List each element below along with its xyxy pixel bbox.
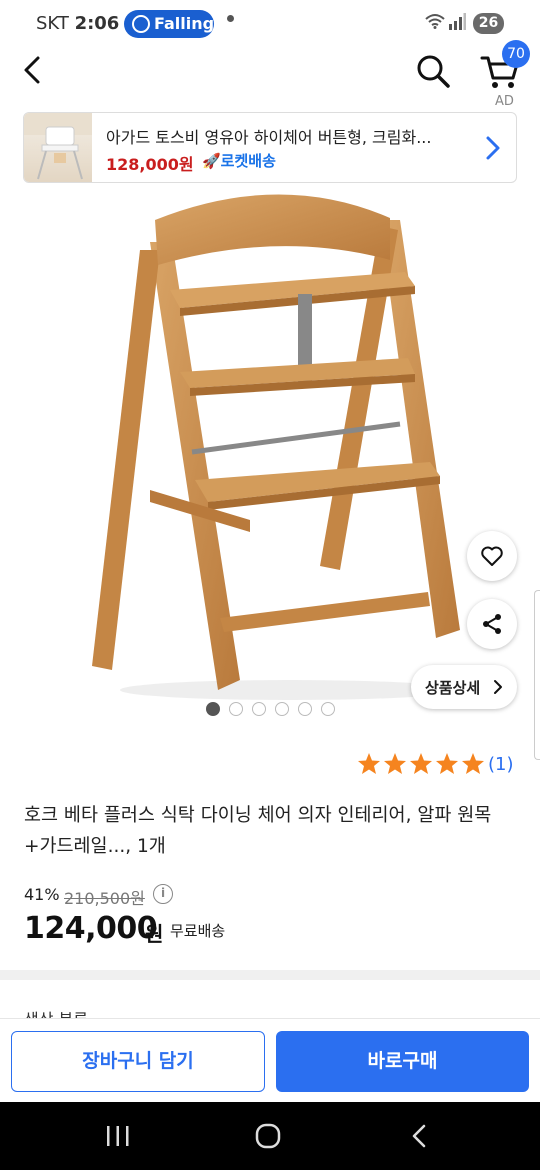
product-title: 호크 베타 플러스 식탁 다이닝 체어 의자 인테리어, 알파 원목+가드레일.…: [24, 805, 492, 857]
scroll-indicator: [534, 590, 540, 760]
product-detail-button[interactable]: 상품상세: [411, 665, 517, 709]
status-bar: SKT 2:06 Falling 26: [0, 0, 540, 48]
gallery-pagination: [206, 702, 336, 716]
home-icon[interactable]: [255, 1123, 281, 1149]
sponsored-product-banner[interactable]: 아가드 토스비 영유아 하이체어 버튼형, 크림화... 128,000원 🚀로…: [23, 112, 517, 183]
notification-dot-icon: [227, 15, 234, 22]
star-icons: [358, 753, 484, 774]
cart-count-badge: 70: [502, 40, 530, 68]
ad-product-price: 128,000원: [106, 155, 194, 174]
info-icon[interactable]: i: [153, 884, 173, 904]
gallery-dot[interactable]: [298, 702, 312, 716]
back-arrow-icon[interactable]: [18, 54, 50, 86]
gallery-dot[interactable]: [229, 702, 243, 716]
pill-label: Falling: [154, 14, 215, 33]
chevron-right-icon: [494, 680, 502, 694]
gallery-dot[interactable]: [275, 702, 289, 716]
highchair-thumbnail-image: [24, 113, 92, 180]
shipping-label: 무료배송: [170, 922, 226, 940]
status-carrier-time: SKT 2:06: [36, 13, 119, 34]
add-to-cart-button[interactable]: 장바구니 담기: [11, 1031, 265, 1092]
gallery-dot[interactable]: [321, 702, 335, 716]
wishlist-button[interactable]: [467, 531, 517, 581]
rocket-delivery-badge: 🚀로켓배송: [202, 152, 276, 170]
discount-rate: 41%: [24, 885, 60, 904]
original-price: 210,500원: [64, 889, 145, 908]
sale-price: 124,000: [24, 911, 158, 946]
heart-icon: [481, 546, 503, 566]
buy-now-button[interactable]: 바로구매: [276, 1031, 529, 1092]
battery-indicator: 26: [473, 13, 504, 34]
share-button[interactable]: [467, 599, 517, 649]
recent-apps-icon[interactable]: [105, 1124, 131, 1148]
gallery-dot[interactable]: [206, 702, 220, 716]
chevron-right-icon: [486, 136, 500, 160]
ad-product-title: 아가드 토스비 영유아 하이체어 버튼형, 크림화...: [106, 128, 432, 147]
search-icon[interactable]: [414, 52, 452, 90]
system-navigation-bar: [0, 1102, 540, 1170]
price-currency-unit: 원: [145, 922, 164, 946]
share-icon: [483, 614, 501, 634]
signal-icon: [449, 13, 466, 30]
gallery-dot[interactable]: [252, 702, 266, 716]
back-nav-icon[interactable]: [410, 1123, 428, 1149]
purchase-action-bar: 장바구니 담기 바로구매: [0, 1018, 540, 1102]
live-activity-pill[interactable]: Falling: [124, 10, 214, 38]
star-rating[interactable]: [357, 752, 485, 776]
clock: 2:06: [74, 13, 120, 34]
ad-label: AD: [495, 94, 514, 109]
carrier-label: SKT: [36, 13, 69, 34]
product-detail-label: 상품상세: [425, 679, 481, 697]
section-divider: [0, 970, 540, 980]
activity-icon: [132, 15, 150, 33]
top-app-bar: [0, 48, 540, 102]
ad-product-thumbnail: [24, 113, 92, 182]
wifi-icon: [425, 14, 445, 29]
review-count-link[interactable]: (1): [488, 754, 514, 775]
product-image-highchair[interactable]: [90, 190, 470, 710]
